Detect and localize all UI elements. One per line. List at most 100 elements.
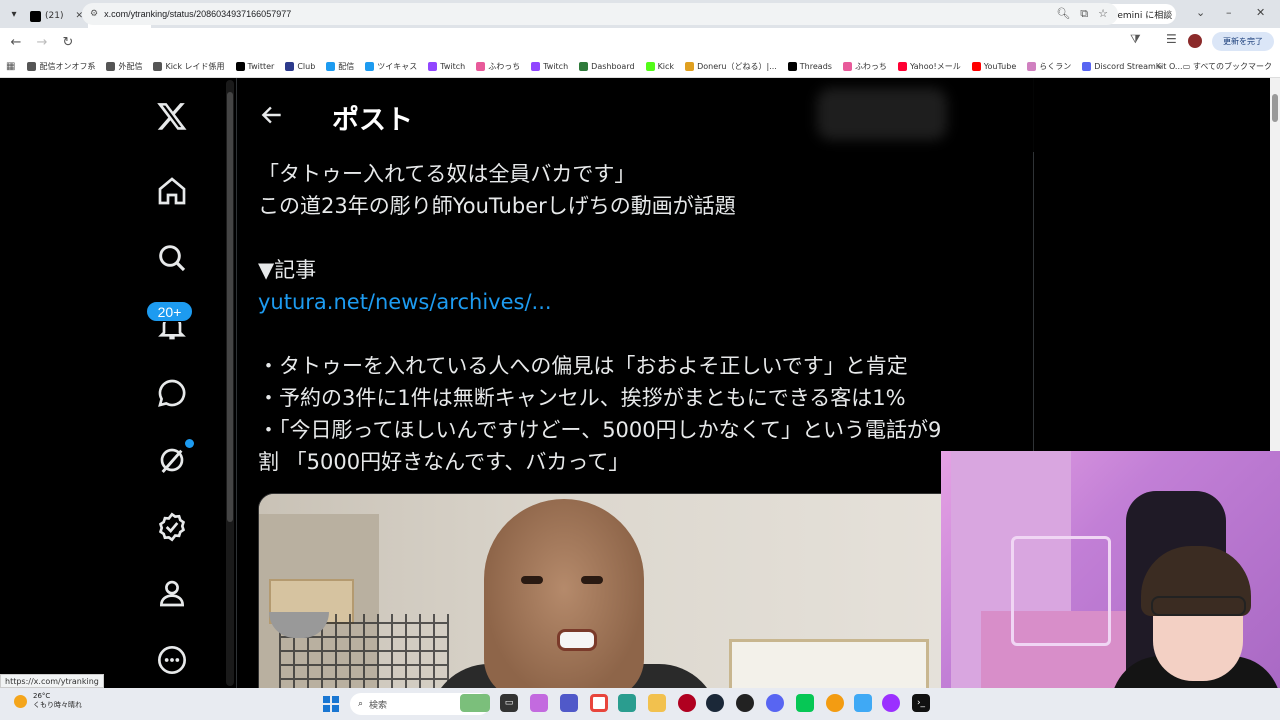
tab-search-button[interactable]: ▾ xyxy=(3,3,25,25)
bookmark-favicon-icon xyxy=(326,62,336,71)
bookmark-item[interactable]: ツイキャス xyxy=(365,61,417,72)
bookmark-label: 配信 xyxy=(338,62,355,71)
status-bar-link: https://x.com/ytranking xyxy=(0,674,104,688)
taskbar-search-placeholder: 検索 xyxy=(369,700,388,711)
grok-unread-dot xyxy=(185,439,194,448)
bookmark-item[interactable]: 配信 xyxy=(326,61,354,72)
bookmark-item[interactable]: Kick xyxy=(645,62,674,71)
bookmarks-more-button[interactable]: » xyxy=(1157,62,1162,71)
obs-icon[interactable] xyxy=(678,694,696,712)
bookmark-item[interactable]: らくラン xyxy=(1027,61,1071,72)
windows-taskbar xyxy=(0,688,1280,720)
bookmark-item[interactable]: ふわっち xyxy=(476,61,520,72)
file-explorer-icon[interactable] xyxy=(648,694,666,712)
bookmark-label: ツイキャス xyxy=(377,62,418,71)
reload-button[interactable]: ↻ xyxy=(56,30,80,54)
bookmark-item[interactable]: Kick レイド係用 xyxy=(153,61,225,72)
post-header: ポスト xyxy=(237,78,1035,152)
bookmark-item[interactable]: Threads xyxy=(787,62,832,71)
edge-icon[interactable] xyxy=(618,694,636,712)
bookmark-favicon-icon xyxy=(971,62,981,71)
bookmark-item[interactable]: 外配信 xyxy=(106,61,142,72)
minimize-icon[interactable]: – xyxy=(1226,6,1232,19)
bookmark-favicon-icon xyxy=(27,62,37,71)
bookmark-favicon-icon xyxy=(428,62,438,71)
bookmark-favicon-icon xyxy=(285,62,295,71)
zoom-icon[interactable]: 🔍︎ xyxy=(1056,7,1070,21)
bookmark-label: Twitter xyxy=(247,62,275,71)
widgets-icon[interactable] xyxy=(460,694,490,712)
bookmark-item[interactable]: YouTube xyxy=(971,62,1016,71)
apps-icon[interactable]: ▦ xyxy=(6,61,15,72)
forward-button[interactable]: → xyxy=(30,30,54,54)
grok-icon[interactable] xyxy=(154,442,190,478)
bullet-line: ・タトゥーを入れている人への偏見は「おおよそ正しいです」と肯定 xyxy=(258,354,908,378)
verified-icon[interactable] xyxy=(154,509,190,545)
sidebar-list-icon[interactable]: ☰ xyxy=(1166,32,1177,46)
teams-icon[interactable] xyxy=(560,694,578,712)
search-icon[interactable] xyxy=(154,240,190,276)
bookmark-label: Twitch xyxy=(440,62,466,71)
blurred-area xyxy=(817,88,947,140)
bookmark-item[interactable]: Yahoo!メール xyxy=(897,61,961,72)
task-view-icon[interactable]: ▭ xyxy=(500,694,518,712)
line-icon[interactable] xyxy=(796,694,814,712)
article-link[interactable]: yutura.net/news/archives/... xyxy=(258,290,552,314)
profile-icon[interactable] xyxy=(154,575,190,611)
bookmark-favicon-icon xyxy=(645,62,655,71)
browser-tab[interactable]: (21)✕ xyxy=(25,4,88,28)
post-line: この道23年の彫り師YouTuberしげちの動画が話題 xyxy=(258,194,736,218)
window-menu-icon[interactable]: ⌄ xyxy=(1196,6,1205,19)
profile-avatar[interactable] xyxy=(1188,34,1202,48)
post-image[interactable] xyxy=(258,493,1013,688)
weather-desc: くもり時々晴れ xyxy=(33,701,82,709)
more-icon[interactable] xyxy=(154,642,190,678)
bookmark-item[interactable]: Club xyxy=(285,62,315,71)
bookmark-label: ふわっち xyxy=(854,62,887,71)
notepad-icon[interactable] xyxy=(854,694,872,712)
home-icon[interactable] xyxy=(154,173,190,209)
address-bar[interactable]: ⚙ x.com/ytranking/status/208603493716605… xyxy=(82,3,1118,25)
bookmark-item[interactable]: Twitch xyxy=(531,62,568,71)
bookmark-item[interactable]: Dashboard xyxy=(579,62,635,71)
close-window-icon[interactable]: ✕ xyxy=(1256,6,1265,19)
extensions-icon[interactable]: ⧩ xyxy=(1130,32,1141,47)
url-text: x.com/ytranking/status/20860349371660579… xyxy=(104,9,292,19)
chrome-icon[interactable] xyxy=(590,694,608,712)
sidebar-scrollbar[interactable] xyxy=(226,80,234,686)
app-icon[interactable] xyxy=(736,694,754,712)
back-button[interactable]: ← xyxy=(4,30,28,54)
bookmark-item[interactable]: Twitch xyxy=(428,62,465,71)
x-sidebar xyxy=(138,78,206,688)
webcam-overlay xyxy=(941,451,1280,691)
install-icon[interactable]: ⧉ xyxy=(1080,7,1088,21)
all-bookmarks-link[interactable]: すべてのブックマーク xyxy=(1193,62,1272,71)
bookmark-item[interactable]: 配信オンオフ系 xyxy=(27,61,95,72)
steam-icon[interactable] xyxy=(706,694,724,712)
start-button[interactable] xyxy=(323,696,339,712)
folder-icon: ▭ xyxy=(1182,62,1191,71)
back-arrow-icon[interactable] xyxy=(259,102,285,128)
site-info-icon[interactable]: ⚙ xyxy=(90,9,98,19)
x-logo-icon[interactable] xyxy=(154,98,190,134)
discord-icon[interactable] xyxy=(766,694,784,712)
bookmark-star-icon[interactable]: ☆ xyxy=(1098,7,1108,21)
app-icon[interactable] xyxy=(882,694,900,712)
bookmark-label: Kick レイド係用 xyxy=(165,62,225,71)
copilot-icon[interactable] xyxy=(530,694,548,712)
bookmark-favicon-icon xyxy=(531,62,541,71)
bookmark-item[interactable]: ふわっち xyxy=(842,61,887,72)
bookmark-favicon-icon xyxy=(842,62,852,71)
terminal-icon[interactable]: ›_ xyxy=(912,694,930,712)
bookmark-label: ふわっち xyxy=(488,62,521,71)
bookmark-item[interactable]: Twitter xyxy=(235,62,275,71)
weather-widget[interactable]: 26°C くもり時々晴れ xyxy=(14,692,82,710)
bullet-line: ・「今日彫ってほしいんですけどー、5000円しかなくて」という電話が9 xyxy=(258,418,942,442)
messages-icon[interactable] xyxy=(154,375,190,411)
bookmark-item[interactable]: Doneru（どねる）|... xyxy=(685,61,777,72)
update-button[interactable]: 更新を完了 xyxy=(1212,32,1274,51)
post-column: ポスト 「タトゥー入れてる奴は全員バカです」 この道23年の彫り師YouTube… xyxy=(236,78,1035,688)
app-icon[interactable] xyxy=(826,694,844,712)
bookmark-favicon-icon xyxy=(897,62,907,71)
bookmark-label: 外配信 xyxy=(118,62,143,71)
